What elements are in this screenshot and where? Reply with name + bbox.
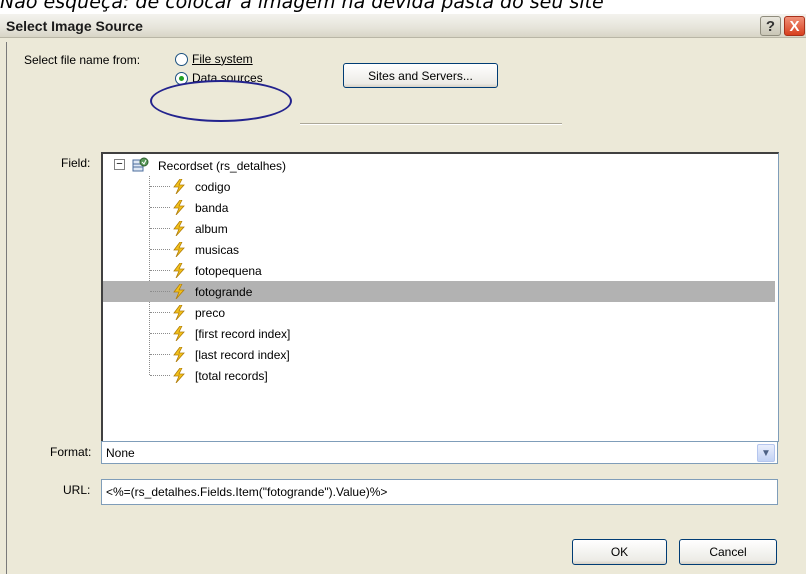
field-lightning-icon <box>173 305 185 320</box>
format-select[interactable]: None ▼ <box>101 441 778 464</box>
field-lightning-icon <box>173 242 185 257</box>
tree-branch <box>150 186 170 187</box>
field-lightning-icon <box>173 179 185 194</box>
tree-item-musicas[interactable]: musicas <box>103 239 778 260</box>
url-label: URL: <box>63 483 91 497</box>
separator <box>300 123 562 125</box>
tree-branch <box>150 270 170 271</box>
field-name: banda <box>195 200 229 215</box>
tree-item-total-records[interactable]: [total records] <box>103 365 778 386</box>
url-value: <%=(rs_detalhes.Fields.Item("fotogrande"… <box>106 485 388 499</box>
left-border <box>6 42 7 574</box>
tree-branch <box>150 333 170 334</box>
chevron-down-icon[interactable]: ▼ <box>757 444 775 462</box>
radio-file-system[interactable]: File system <box>175 52 253 66</box>
field-name: preco <box>195 305 226 320</box>
tree-item-preco[interactable]: preco <box>103 302 778 323</box>
tree-branch <box>150 228 170 229</box>
field-name: [last record index] <box>195 347 290 362</box>
url-field[interactable]: <%=(rs_detalhes.Fields.Item("fotogrande"… <box>101 479 778 505</box>
field-lightning-icon <box>173 368 185 383</box>
tree-item-fotogrande-selected[interactable]: fotogrande <box>103 281 775 302</box>
tree-item-fotopequena[interactable]: fotopequena <box>103 260 778 281</box>
field-lightning-icon <box>173 263 185 278</box>
cancel-button[interactable]: Cancel <box>679 539 777 565</box>
tree-branch <box>150 354 170 355</box>
background-caption: Não esqueça: de colocar a imagem na devi… <box>0 0 806 15</box>
field-lightning-icon <box>173 221 185 236</box>
tree-branch <box>150 291 170 292</box>
select-image-source-dialog: Select Image Source ? X Select file name… <box>0 14 806 574</box>
field-name: musicas <box>195 242 240 257</box>
tree-root-row[interactable]: − Recordset (rs_detalhes) <box>103 155 778 176</box>
field-name: fotogrande <box>195 284 253 299</box>
help-button[interactable]: ? <box>760 16 781 36</box>
field-name: fotopequena <box>195 263 262 278</box>
collapse-toggle-icon[interactable]: − <box>114 159 125 170</box>
field-name: [total records] <box>195 368 268 383</box>
radio-label: File system <box>192 52 253 66</box>
source-label: Select file name from: <box>24 53 141 67</box>
dialog-title: Select Image Source <box>6 18 143 34</box>
tree-item-codigo[interactable]: codigo <box>103 176 778 197</box>
field-lightning-icon <box>173 200 185 215</box>
ok-button[interactable]: OK <box>572 539 667 565</box>
sites-and-servers-button[interactable]: Sites and Servers... <box>343 63 498 88</box>
recordset-label: Recordset (rs_detalhes) <box>158 158 287 173</box>
tree-item-first-record-index[interactable]: [first record index] <box>103 323 778 344</box>
field-name: codigo <box>195 179 231 194</box>
format-value: None <box>106 445 135 460</box>
tree-branch <box>150 207 170 208</box>
close-button[interactable]: X <box>784 16 805 36</box>
title-bar[interactable]: Select Image Source ? X <box>0 14 806 38</box>
field-lightning-icon <box>173 326 185 341</box>
tree-branch <box>150 249 170 250</box>
field-lightning-icon <box>173 284 185 299</box>
tree-branch <box>150 375 170 376</box>
annotation-ellipse <box>150 80 292 122</box>
field-lightning-icon <box>173 347 185 362</box>
tree-item-album[interactable]: album <box>103 218 778 239</box>
field-name: album <box>195 221 228 236</box>
field-tree[interactable]: − Recordset (rs_detalhes) codigo banda a… <box>101 152 779 442</box>
field-label: Field: <box>61 156 91 170</box>
tree-branch <box>150 312 170 313</box>
recordset-icon <box>132 157 149 172</box>
tree-item-banda[interactable]: banda <box>103 197 778 218</box>
format-label: Format: <box>50 445 92 459</box>
radio-button[interactable] <box>175 52 188 66</box>
tree-item-last-record-index[interactable]: [last record index] <box>103 344 778 365</box>
field-name: [first record index] <box>195 326 291 341</box>
